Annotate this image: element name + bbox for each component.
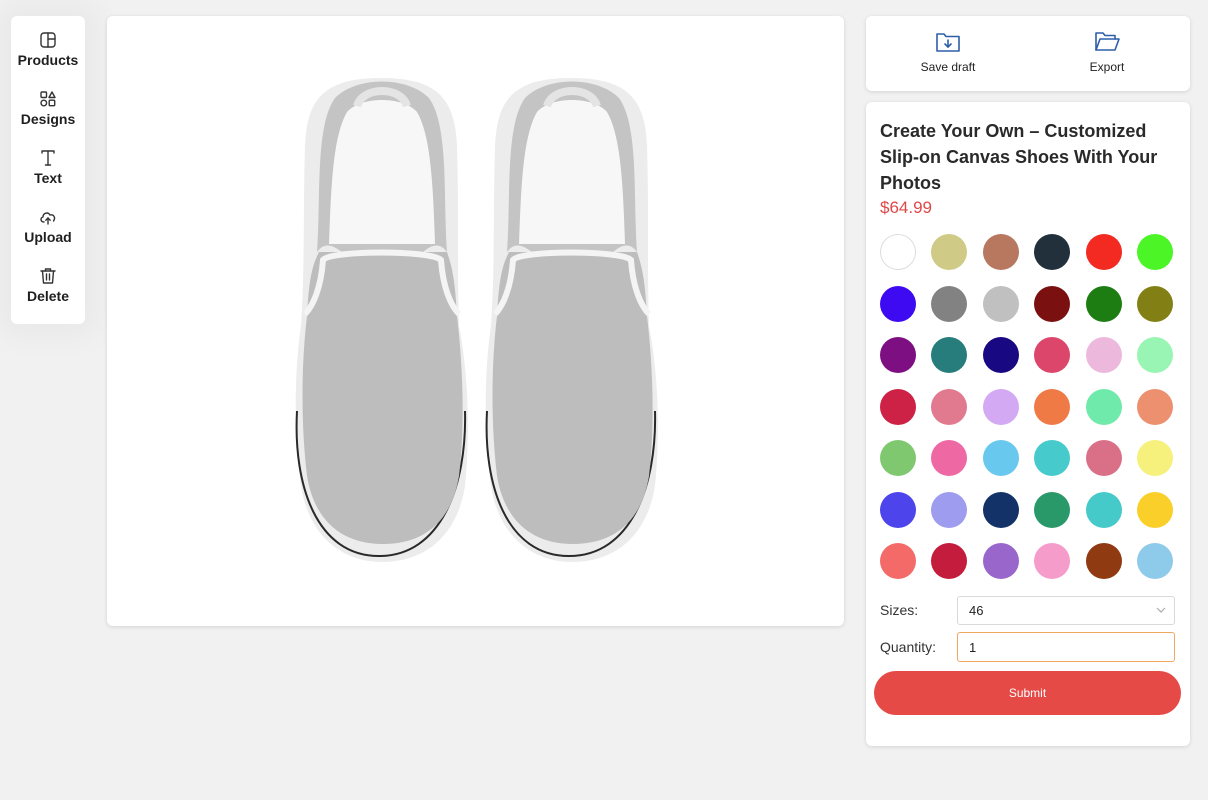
color-swatch[interactable] (1086, 440, 1122, 476)
color-swatch[interactable] (880, 337, 916, 373)
color-swatch[interactable] (983, 234, 1019, 270)
color-swatch[interactable] (1034, 234, 1070, 270)
color-swatch[interactable] (1137, 389, 1173, 425)
color-swatch[interactable] (1086, 234, 1122, 270)
color-swatch[interactable] (1086, 389, 1122, 425)
color-swatch[interactable] (1137, 234, 1173, 270)
color-swatch[interactable] (880, 389, 916, 425)
chevron-down-icon (1156, 607, 1166, 613)
products-label: Products (17, 52, 79, 68)
color-swatch[interactable] (1086, 492, 1122, 528)
save-draft-label: Save draft (920, 60, 976, 74)
text-tool[interactable]: Text (11, 148, 85, 200)
color-swatch[interactable] (983, 492, 1019, 528)
trash-icon (40, 268, 56, 284)
color-swatch[interactable] (880, 286, 916, 322)
color-swatch[interactable] (1034, 440, 1070, 476)
upload-tool[interactable]: Upload (11, 207, 85, 259)
actions-card: Save draft Export (866, 16, 1190, 91)
designs-icon (40, 91, 56, 107)
color-swatch[interactable] (1137, 337, 1173, 373)
color-swatch[interactable] (1034, 389, 1070, 425)
save-draft-button[interactable]: Save draft (888, 30, 1008, 80)
product-title: Create Your Own – Customized Slip-on Can… (880, 121, 1158, 193)
color-swatch[interactable] (1137, 543, 1173, 579)
color-swatch[interactable] (983, 389, 1019, 425)
color-swatch[interactable] (880, 234, 916, 270)
delete-tool[interactable]: Delete (11, 266, 85, 318)
products-icon (40, 32, 56, 48)
color-swatch[interactable] (983, 337, 1019, 373)
color-swatch[interactable] (931, 389, 967, 425)
color-swatch[interactable] (931, 286, 967, 322)
color-swatch[interactable] (983, 543, 1019, 579)
color-swatch[interactable] (983, 440, 1019, 476)
product-price: $64.99 (880, 198, 932, 217)
color-swatch[interactable] (1086, 337, 1122, 373)
sizes-label: Sizes: (880, 602, 919, 618)
products-tool[interactable]: Products (11, 30, 85, 82)
designs-label: Designs (20, 111, 76, 127)
color-swatch[interactable] (1137, 440, 1173, 476)
quantity-input[interactable] (957, 632, 1175, 662)
left-shoe (295, 78, 468, 562)
right-shoe (485, 78, 658, 562)
export-button[interactable]: Export (1047, 30, 1167, 80)
color-swatch[interactable] (1034, 337, 1070, 373)
color-swatch[interactable] (931, 543, 967, 579)
save-draft-icon (936, 33, 960, 52)
tool-sidebar: Products Designs Text Upload Delete (11, 16, 85, 324)
color-swatch[interactable] (931, 234, 967, 270)
submit-button[interactable]: Submit (874, 671, 1181, 715)
color-swatch[interactable] (1086, 286, 1122, 322)
quantity-label: Quantity: (880, 639, 937, 655)
text-icon (41, 150, 55, 166)
upload-icon (40, 212, 56, 225)
color-swatch[interactable] (931, 337, 967, 373)
design-canvas[interactable] (107, 16, 844, 626)
color-swatch[interactable] (880, 440, 916, 476)
size-value: 46 (969, 603, 984, 618)
color-swatch[interactable] (880, 492, 916, 528)
text-label: Text (34, 170, 62, 186)
color-swatch[interactable] (1034, 543, 1070, 579)
color-swatch[interactable] (931, 492, 967, 528)
color-swatch[interactable] (880, 543, 916, 579)
size-select[interactable]: 46 (957, 596, 1175, 625)
export-label: Export (1089, 60, 1125, 74)
delete-label: Delete (26, 288, 70, 304)
product-panel: Create Your Own – Customized Slip-on Can… (866, 102, 1190, 746)
color-swatch[interactable] (1137, 492, 1173, 528)
folder-open-icon (1095, 32, 1120, 51)
designs-tool[interactable]: Designs (11, 89, 85, 141)
color-swatch[interactable] (1086, 543, 1122, 579)
color-swatch[interactable] (931, 440, 967, 476)
color-swatch[interactable] (983, 286, 1019, 322)
color-swatch[interactable] (1034, 492, 1070, 528)
upload-label: Upload (24, 229, 72, 245)
color-swatch[interactable] (1034, 286, 1070, 322)
slip-on-shoes-image (295, 78, 658, 562)
color-swatch[interactable] (1137, 286, 1173, 322)
